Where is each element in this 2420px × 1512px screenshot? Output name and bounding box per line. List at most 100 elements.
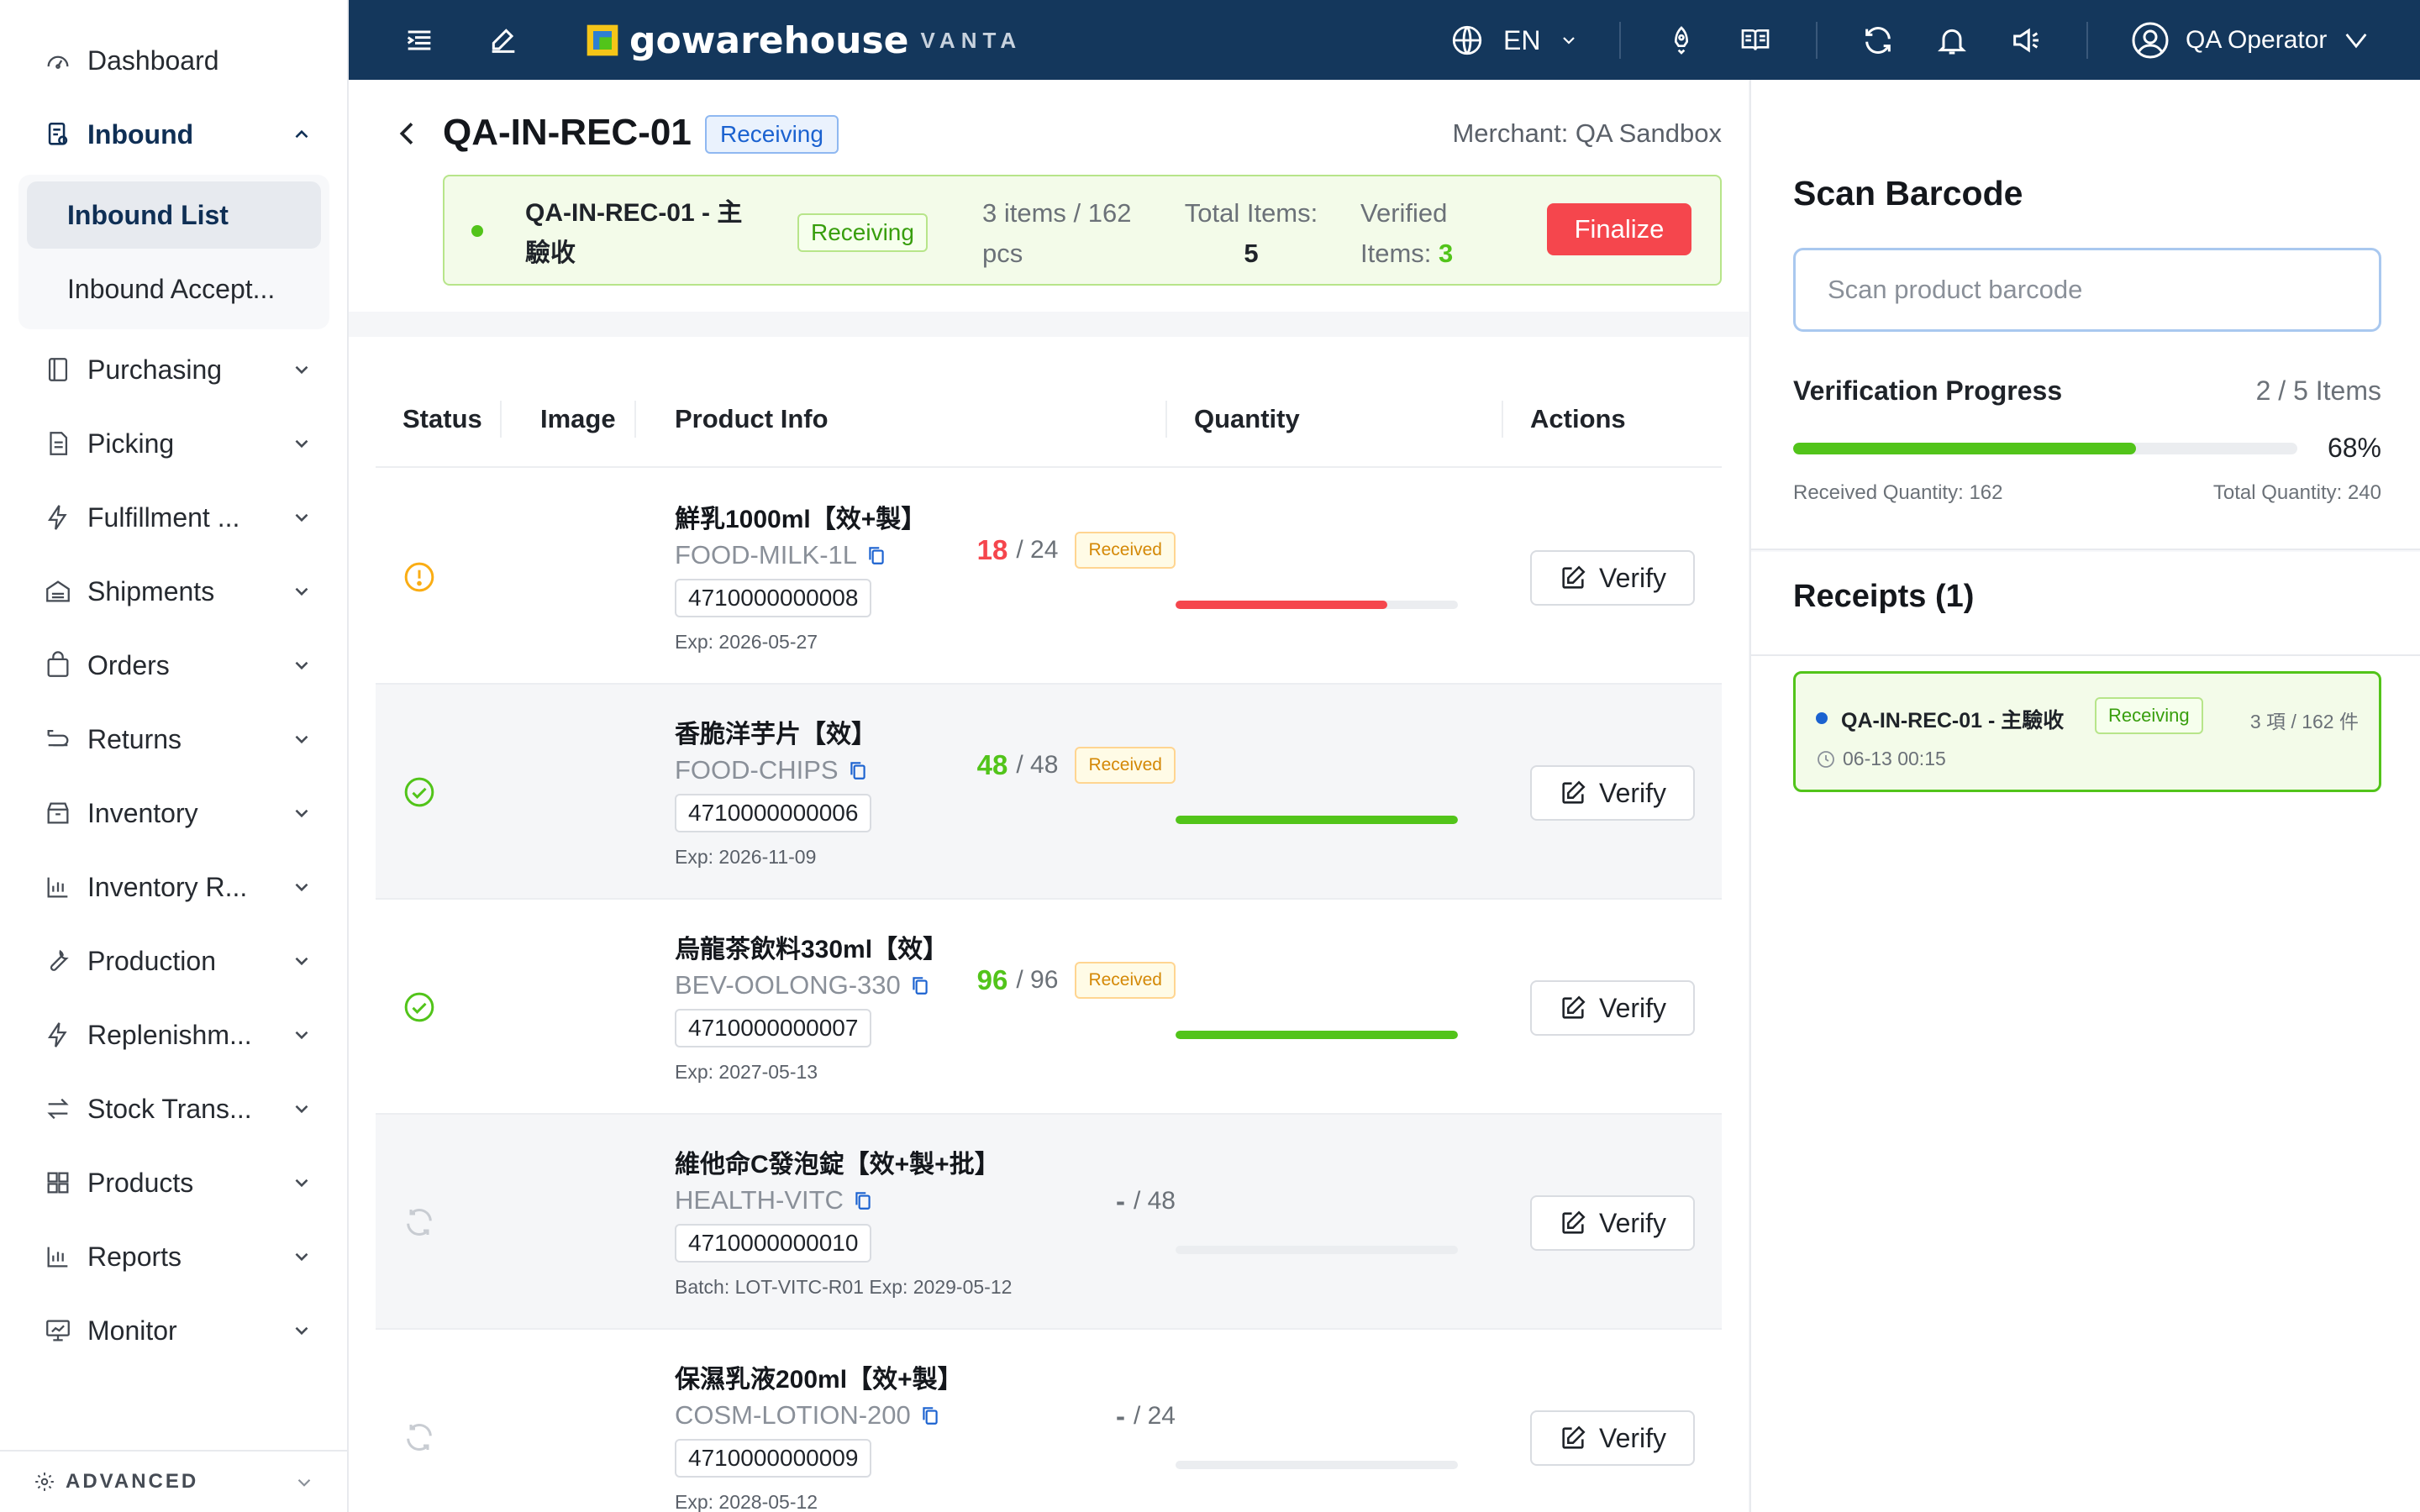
quantity-progress-fill (1176, 816, 1458, 824)
sidebar-item-inbound[interactable]: Inbound (20, 101, 323, 168)
verify-button[interactable]: Verify (1530, 1410, 1695, 1466)
scan-card: Scan Barcode Verification Progress 2 / 5… (1751, 80, 2420, 550)
expected-quantity: / 24 (1133, 1402, 1176, 1430)
products-icon (47, 1172, 69, 1194)
sidebar-item-label: Products (87, 1167, 194, 1198)
expected-quantity: / 48 (1016, 751, 1059, 779)
announcement-button[interactable] (2006, 20, 2046, 60)
divider (2086, 22, 2088, 59)
sidebar-item-label: Replenishm... (87, 1019, 252, 1050)
sidebar-item-shipments[interactable]: Shipments (20, 558, 323, 625)
sidebar: Dashboard Inbound Inbound List Inbound A… (0, 0, 349, 1512)
copy-icon[interactable] (852, 1189, 874, 1211)
summary-verified-label: Verified Items: (1360, 198, 1448, 268)
column-header-quantity: Quantity (1194, 404, 1300, 433)
edit-button[interactable] (483, 20, 523, 60)
verify-button[interactable]: Verify (1530, 980, 1695, 1036)
expected-quantity: / 24 (1016, 536, 1059, 564)
received-badge: Received (1075, 962, 1176, 999)
chevron-up-icon (295, 129, 308, 139)
verify-label: Verify (1598, 562, 1667, 593)
refresh-button[interactable] (1858, 20, 1898, 60)
table-row: 保濕乳液200ml【效+製】 COSM-LOTION-200 47100000000… (376, 1330, 1722, 1512)
sidebar-item-production[interactable]: Production (20, 927, 323, 995)
sidebar-item-dashboard[interactable]: Dashboard (20, 27, 323, 94)
copy-icon[interactable] (865, 544, 887, 566)
product-barcode: 4710000000009 (675, 1439, 872, 1478)
received-quantity: - (1115, 1185, 1125, 1216)
column-header-image: Image (540, 404, 616, 433)
product-sku: BEV-OOLONG-330 (675, 970, 931, 1000)
product-barcode: 4710000000007 (675, 1009, 872, 1047)
copy-icon[interactable] (847, 759, 869, 781)
docs-button[interactable] (1735, 20, 1776, 60)
verification-progress-percent: 68% (2327, 433, 2381, 463)
sidebar-item-purchasing[interactable]: Purchasing (20, 336, 323, 403)
sidebar-item-fulfillment[interactable]: Fulfillment ... (20, 484, 323, 551)
expected-quantity: / 96 (1016, 966, 1059, 994)
chevron-down-icon (297, 1478, 311, 1487)
menu-toggle-button[interactable] (399, 20, 439, 60)
sidebar-subitem-inbound-list[interactable]: Inbound List (27, 181, 321, 249)
table-row: 維他命C發泡錠【效+製+批】 HEALTH-VITC 4710000000010 Ba… (376, 1115, 1722, 1330)
menu-fold-icon (407, 30, 431, 50)
shipments-icon (46, 580, 70, 602)
verify-button[interactable]: Verify (1530, 765, 1695, 821)
sidebar-item-monitor[interactable]: Monitor (20, 1297, 323, 1364)
receipt-count: 3 項 / 162 件 (2249, 711, 2359, 732)
finalize-button[interactable]: Finalize (1547, 203, 1691, 255)
chevron-down-icon (295, 1326, 308, 1336)
edit-icon (1562, 1425, 1586, 1449)
brand-name: gowarehouse (629, 18, 909, 62)
receipt-item[interactable]: QA-IN-REC-01 - 主驗收 Receiving 3 項 / 162 件… (1793, 671, 2381, 792)
received-badge: Received (1075, 747, 1176, 784)
gear-icon (35, 1473, 54, 1491)
sidebar-item-picking[interactable]: Picking (20, 410, 323, 477)
rocket-button[interactable] (1661, 20, 1702, 60)
copy-icon[interactable] (919, 1404, 941, 1426)
received-quantity: 18 (976, 534, 1008, 565)
receipt-summary: QA-IN-REC-01 - 主驗收 Receiving 3 items / 1… (443, 175, 1722, 286)
sidebar-item-orders[interactable]: Orders (20, 632, 323, 699)
edit-icon (1562, 1210, 1586, 1234)
notifications-button[interactable] (1932, 20, 1972, 60)
product-barcode: 4710000000008 (675, 579, 872, 617)
sidebar-item-reports[interactable]: Reports (20, 1223, 323, 1290)
sidebar-item-stock-transfer[interactable]: Stock Trans... (20, 1075, 323, 1142)
verify-button[interactable]: Verify (1530, 1195, 1695, 1251)
quantity-value: 96 / 96 Received (977, 962, 1176, 999)
user-menu[interactable]: QA Operator (2130, 17, 2370, 64)
barcode-input[interactable] (1793, 248, 2381, 332)
product-meta: Exp: 2027-05-13 (675, 1061, 818, 1083)
sidebar-item-label: Picking (87, 428, 175, 459)
sidebar-item-returns[interactable]: Returns (20, 706, 323, 773)
chevron-down-icon (295, 957, 308, 966)
product-meta: Exp: 2026-11-09 (675, 846, 817, 868)
product-meta: Exp: 2026-05-27 (675, 631, 818, 653)
copy-icon[interactable] (909, 974, 931, 996)
loading-icon (407, 1423, 432, 1452)
product-name: 鮮乳1000ml【效+製】 (675, 506, 927, 533)
pencil-icon (492, 29, 515, 53)
product-meta: Exp: 2028-05-12 (675, 1491, 818, 1512)
column-divider (500, 401, 502, 438)
back-arrow-icon[interactable] (391, 117, 424, 150)
sidebar-item-inventory[interactable]: Inventory (20, 780, 323, 847)
sidebar-subitem-inbound-accept[interactable]: Inbound Accept... (27, 255, 321, 323)
fulfillment-icon (47, 505, 67, 530)
sidebar-item-replenishment[interactable]: Replenishm... (20, 1001, 323, 1068)
sidebar-item-products[interactable]: Products (20, 1149, 323, 1216)
quantity-progress-bar (1176, 1461, 1458, 1469)
chevron-down-icon (295, 809, 308, 818)
verify-button[interactable]: Verify (1530, 550, 1695, 606)
language-selector[interactable]: EN (1449, 20, 1579, 60)
quantity-progress-bar (1176, 1031, 1458, 1039)
advanced-section-toggle[interactable]: ADVANCED (0, 1450, 347, 1512)
brand-suffix: VANTA (920, 27, 1023, 53)
sidebar-item-label: Inventory (87, 797, 198, 828)
app-logo[interactable]: gowarehouse VANTA (584, 17, 1022, 64)
inventory-icon (47, 802, 69, 824)
sidebar-item-label: Purchasing (87, 354, 223, 385)
sidebar-item-inventory-report[interactable]: Inventory R... (20, 853, 323, 921)
product-meta: Batch: LOT-VITC-R01 Exp: 2029-05-12 (675, 1276, 1013, 1298)
